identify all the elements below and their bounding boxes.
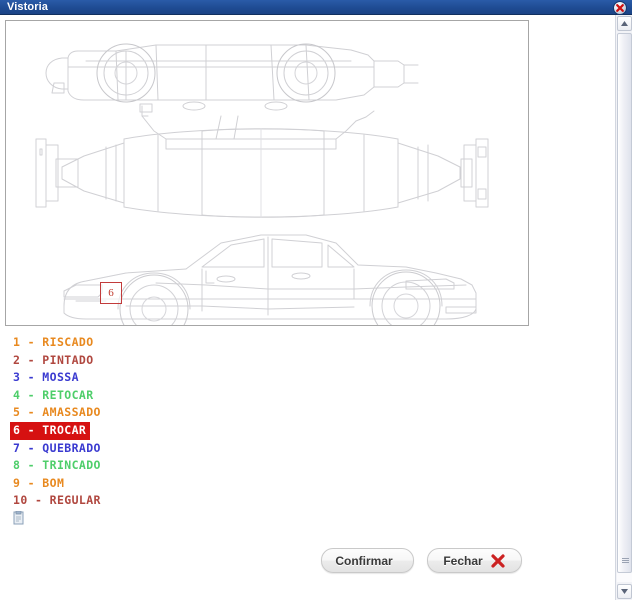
window-titlebar: Vistoria <box>0 0 632 15</box>
legend-item-5[interactable]: 5 - AMASSADO <box>10 404 105 422</box>
chevron-down-icon <box>621 589 628 594</box>
damage-marker-6[interactable]: 6 <box>100 282 122 304</box>
legend-item-4[interactable]: 4 - RETOCAR <box>10 387 98 405</box>
legend-item-9[interactable]: 9 - BOM <box>10 475 68 493</box>
legend-item-1[interactable]: 1 - RISCADO <box>10 334 98 352</box>
window-title: Vistoria <box>7 1 48 13</box>
car-outline-drawing <box>35 43 489 325</box>
scrollbar-thumb[interactable] <box>617 33 632 573</box>
legend-item-7[interactable]: 7 - QUEBRADO <box>10 440 105 458</box>
vistoria-dialog: Vistoria 6 1 - RISCADO 2 - PINTADO 3 - M… <box>0 0 632 600</box>
close-window-button[interactable] <box>613 1 627 15</box>
chevron-up-icon <box>621 21 628 26</box>
damage-legend-list: 1 - RISCADO 2 - PINTADO 3 - MOSSA 4 - RETOC… <box>10 334 210 510</box>
vertical-scrollbar[interactable] <box>615 15 632 600</box>
legend-item-6[interactable]: 6 - TROCAR <box>10 421 91 440</box>
clipboard-icon[interactable] <box>12 511 25 526</box>
legend-item-3[interactable]: 3 - MOSSA <box>10 369 83 387</box>
legend-item-10[interactable]: 10 - REGULAR <box>10 492 105 510</box>
car-top-inverted-view <box>45 43 419 150</box>
confirm-button[interactable]: Confirmar <box>321 548 414 573</box>
x-icon <box>491 553 505 568</box>
vehicle-inspection-diagram[interactable]: 6 <box>5 20 529 326</box>
car-roof-top-view <box>35 128 489 218</box>
legend-item-8[interactable]: 8 - TRINCADO <box>10 457 105 475</box>
scrollbar-down-button[interactable] <box>617 584 632 599</box>
scrollbar-up-button[interactable] <box>617 16 632 31</box>
car-side-view <box>63 234 477 325</box>
confirm-button-label: Confirmar <box>335 553 393 568</box>
close-circle-icon <box>616 4 624 12</box>
scrollbar-grip <box>622 558 629 565</box>
close-dialog-button[interactable]: Fechar <box>427 548 522 573</box>
close-dialog-button-label: Fechar <box>443 553 483 568</box>
legend-item-2[interactable]: 2 - PINTADO <box>10 352 98 370</box>
